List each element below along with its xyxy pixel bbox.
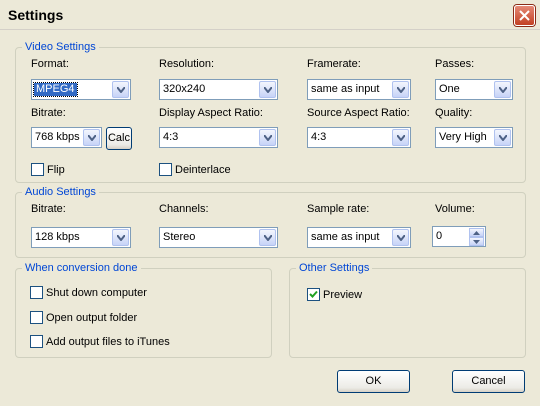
resolution-dropdown-button[interactable] (259, 81, 276, 98)
window-title: Settings (8, 7, 64, 23)
close-button[interactable] (514, 5, 535, 26)
audio-bitrate-dropdown-button[interactable] (112, 229, 129, 246)
sample-rate-dropdown-button[interactable] (392, 229, 409, 246)
ok-button[interactable]: OK (337, 370, 410, 393)
video-bitrate-value: 768 kbps (35, 131, 80, 143)
passes-value: One (439, 83, 460, 95)
shutdown-label: Shut down computer (46, 287, 147, 299)
chevron-up-icon (473, 231, 480, 235)
format-label: Format: (31, 58, 69, 70)
open-output-folder-checkbox[interactable] (30, 311, 43, 324)
video-bitrate-dropdown-button[interactable] (83, 129, 100, 146)
chevron-down-icon (264, 87, 272, 93)
volume-label: Volume: (435, 203, 475, 215)
display-aspect-ratio-value: 4:3 (163, 131, 179, 143)
framerate-label: Framerate: (307, 58, 361, 70)
chevron-down-icon (499, 135, 507, 141)
sample-rate-select[interactable]: same as input (307, 227, 411, 248)
volume-value: 0 (436, 230, 443, 242)
chevron-down-icon (397, 87, 405, 93)
deinterlace-checkbox[interactable] (159, 163, 172, 176)
format-value: MPEG4 (33, 82, 78, 97)
other-settings-group: Other Settings (289, 261, 526, 358)
chevron-down-icon (473, 240, 480, 244)
framerate-select[interactable]: same as input (307, 79, 411, 100)
audio-settings-legend: Audio Settings (22, 185, 99, 199)
video-settings-legend: Video Settings (22, 40, 99, 54)
chevron-down-icon (117, 235, 125, 241)
conversion-done-legend: When conversion done (22, 261, 141, 275)
deinterlace-label: Deinterlace (175, 164, 231, 176)
framerate-value: same as input (311, 83, 380, 95)
channels-value: Stereo (163, 231, 196, 243)
display-aspect-ratio-select[interactable]: 4:3 (159, 127, 278, 148)
passes-label: Passes: (435, 58, 475, 70)
sample-rate-value: same as input (311, 231, 380, 243)
resolution-label: Resolution: (159, 58, 215, 70)
resolution-select[interactable]: 320x240 (159, 79, 278, 100)
flip-checkbox[interactable] (31, 163, 44, 176)
passes-select[interactable]: One (435, 79, 513, 100)
chevron-down-icon (117, 87, 125, 93)
checkmark-icon (309, 290, 318, 298)
display-aspect-ratio-label: Display Aspect Ratio: (159, 107, 263, 119)
other-settings-legend: Other Settings (296, 261, 373, 275)
passes-dropdown-button[interactable] (494, 81, 511, 98)
volume-spinner[interactable]: 0 (432, 226, 486, 247)
volume-down-button[interactable] (469, 237, 484, 246)
close-icon (519, 10, 530, 21)
cancel-button[interactable]: Cancel (452, 370, 525, 393)
volume-up-button[interactable] (469, 228, 484, 237)
quality-select[interactable]: Very High (435, 127, 513, 148)
display-aspect-ratio-dropdown-button[interactable] (259, 129, 276, 146)
chevron-down-icon (264, 235, 272, 241)
resolution-value: 320x240 (163, 83, 206, 95)
source-aspect-ratio-value: 4:3 (311, 131, 327, 143)
quality-dropdown-button[interactable] (494, 129, 511, 146)
preview-checkbox[interactable] (307, 288, 320, 301)
add-to-itunes-checkbox[interactable] (30, 335, 43, 348)
chevron-down-icon (397, 235, 405, 241)
open-output-folder-label: Open output folder (46, 312, 138, 324)
format-select[interactable]: MPEG4 (31, 79, 131, 100)
framerate-dropdown-button[interactable] (392, 81, 409, 98)
chevron-down-icon (397, 135, 405, 141)
audio-bitrate-label: Bitrate: (31, 203, 66, 215)
audio-bitrate-select[interactable]: 128 kbps (31, 227, 131, 248)
add-to-itunes-label: Add output files to iTunes (46, 336, 170, 348)
quality-value: Very High (439, 131, 487, 143)
preview-label: Preview (323, 289, 363, 301)
channels-select[interactable]: Stereo (159, 227, 278, 248)
calc-button[interactable]: Calc (106, 127, 132, 150)
channels-label: Channels: (159, 203, 209, 215)
chevron-down-icon (264, 135, 272, 141)
sample-rate-label: Sample rate: (307, 203, 370, 215)
flip-label: Flip (47, 164, 65, 176)
format-dropdown-button[interactable] (112, 81, 129, 98)
quality-label: Quality: (435, 107, 473, 119)
chevron-down-icon (88, 135, 96, 141)
chevron-down-icon (499, 87, 507, 93)
shutdown-checkbox[interactable] (30, 286, 43, 299)
channels-dropdown-button[interactable] (259, 229, 276, 246)
video-bitrate-select[interactable]: 768 kbps (31, 127, 102, 148)
audio-settings-group: Audio Settings (15, 185, 526, 258)
audio-bitrate-value: 128 kbps (35, 231, 80, 243)
title-bar[interactable]: Settings (0, 0, 540, 30)
source-aspect-ratio-select[interactable]: 4:3 (307, 127, 411, 148)
source-aspect-ratio-dropdown-button[interactable] (392, 129, 409, 146)
video-bitrate-label: Bitrate: (31, 107, 66, 119)
source-aspect-ratio-label: Source Aspect Ratio: (307, 107, 410, 119)
